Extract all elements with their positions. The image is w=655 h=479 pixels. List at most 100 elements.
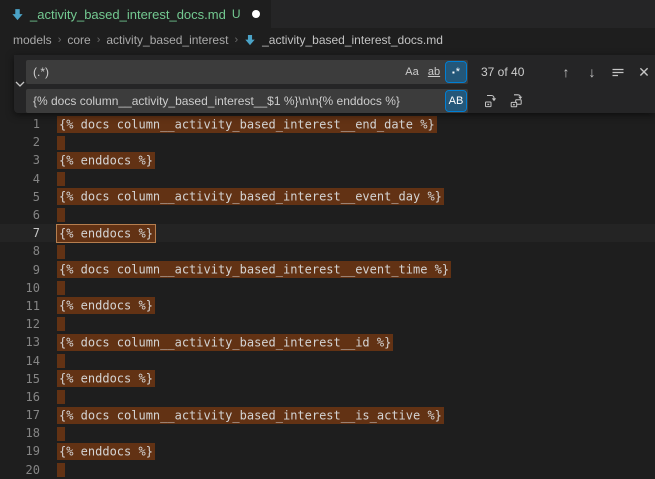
editor-line[interactable]: 14 — [0, 351, 655, 369]
replace-all-icon — [509, 93, 525, 109]
previous-match-button[interactable]: ↑ — [555, 61, 577, 83]
find-replace-widget: (.*) Aa ab ▪* 37 of 40 ↑ ↓ ✕ {% doc — [14, 55, 655, 113]
editor-line[interactable]: 5 {% docs column__activity_based_interest… — [0, 188, 655, 206]
replace-button[interactable] — [480, 90, 502, 112]
chevron-right-icon: › — [58, 34, 62, 46]
unsaved-changes-dot-icon[interactable] — [252, 10, 260, 18]
git-status-badge: U — [232, 7, 241, 21]
search-match: {% enddocs %} — [57, 225, 155, 242]
editor-line[interactable]: 4 — [0, 170, 655, 188]
tab-bar: _activity_based_interest_docs.md U — [0, 0, 655, 28]
editor-line[interactable]: 10 — [0, 279, 655, 297]
find-in-selection-button[interactable] — [607, 61, 629, 83]
line-number: 18 — [0, 426, 40, 440]
search-match-empty — [57, 281, 65, 295]
line-content[interactable] — [57, 390, 65, 405]
editor-line[interactable]: 7{% enddocs %} — [0, 224, 655, 242]
search-match-empty — [57, 245, 65, 259]
tab-filename: _activity_based_interest_docs.md — [30, 7, 226, 22]
line-content[interactable]: {% docs column__activity_based_interest_… — [57, 335, 393, 349]
editor-lines: 1{% docs column__activity_based_interest… — [0, 115, 655, 479]
breadcrumb-item-models[interactable]: models — [13, 33, 52, 47]
markdown-file-icon — [244, 34, 256, 46]
find-input-value[interactable]: (.*) — [26, 65, 402, 79]
line-number: 10 — [0, 281, 40, 295]
line-number: 8 — [0, 244, 40, 258]
editor-line[interactable]: 6 — [0, 206, 655, 224]
find-input[interactable]: (.*) Aa ab ▪* — [26, 60, 468, 84]
search-match-empty — [57, 354, 65, 368]
editor-line[interactable]: 19 {% enddocs %} — [0, 442, 655, 460]
line-number: 11 — [0, 299, 40, 313]
replace-all-button[interactable] — [506, 90, 528, 112]
editor-line[interactable]: 9 {% docs column__activity_based_interest… — [0, 261, 655, 279]
search-match-empty — [57, 390, 65, 404]
line-content[interactable] — [57, 244, 65, 259]
line-content[interactable] — [57, 135, 65, 150]
line-content[interactable]: {% enddocs %} — [57, 226, 155, 240]
search-match: {% enddocs %} — [57, 152, 155, 169]
breadcrumb-item-activity-based-interest[interactable]: activity_based_interest — [106, 33, 228, 47]
search-match: {% enddocs %} — [57, 443, 155, 460]
breadcrumb: models › core › activity_based_interest … — [0, 28, 655, 52]
replace-input[interactable]: {% docs column__activity_based_interest_… — [26, 89, 468, 113]
editor-line[interactable]: 11 {% enddocs %} — [0, 297, 655, 315]
line-content[interactable]: {% enddocs %} — [57, 372, 155, 386]
markdown-file-icon — [11, 8, 24, 21]
results-count: 37 of 40 — [481, 65, 543, 79]
line-number: 4 — [0, 172, 40, 186]
breadcrumb-item-file[interactable]: _activity_based_interest_docs.md — [262, 33, 443, 47]
match-case-button[interactable]: Aa — [402, 62, 422, 82]
search-match: {% enddocs %} — [57, 370, 155, 387]
line-number: 16 — [0, 390, 40, 404]
line-content[interactable]: {% docs column__activity_based_interest_… — [57, 408, 444, 422]
editor-line[interactable]: 15{% enddocs %} — [0, 370, 655, 388]
chevron-down-icon — [14, 78, 26, 90]
line-number: 6 — [0, 208, 40, 222]
regex-dot-icon: ▪ — [452, 68, 455, 77]
editor-line[interactable]: 1{% docs column__activity_based_interest… — [0, 115, 655, 133]
line-content[interactable] — [57, 426, 65, 441]
line-number: 5 — [0, 190, 40, 204]
line-content[interactable]: {% enddocs %} — [57, 444, 155, 458]
line-number: 13 — [0, 335, 40, 349]
editor-line[interactable]: 3 {% enddocs %} — [0, 151, 655, 169]
line-number: 14 — [0, 354, 40, 368]
editor-pane[interactable]: 1{% docs column__activity_based_interest… — [0, 52, 655, 470]
line-content[interactable]: {% enddocs %} — [57, 299, 155, 313]
chevron-right-icon: › — [234, 34, 238, 46]
line-number: 17 — [0, 408, 40, 422]
line-number: 9 — [0, 263, 40, 277]
search-match-empty — [57, 208, 65, 222]
next-match-button[interactable]: ↓ — [581, 61, 603, 83]
editor-line[interactable]: 12 — [0, 315, 655, 333]
line-content[interactable] — [57, 208, 65, 223]
line-content[interactable]: {% enddocs %} — [57, 153, 155, 167]
line-content[interactable] — [57, 171, 65, 186]
toggle-replace-button[interactable] — [14, 55, 26, 113]
line-content[interactable]: {% docs column__activity_based_interest_… — [57, 190, 444, 204]
tab-active-file[interactable]: _activity_based_interest_docs.md U — [0, 0, 271, 28]
search-match-empty — [57, 136, 65, 150]
editor-line[interactable]: 13 {% docs column__activity_based_interes… — [0, 333, 655, 351]
line-number: 19 — [0, 444, 40, 458]
whole-word-button[interactable]: ab — [424, 62, 444, 82]
replace-input-value[interactable]: {% docs column__activity_based_interest_… — [26, 94, 446, 108]
editor-line[interactable]: 2 — [0, 133, 655, 151]
line-number: 3 — [0, 153, 40, 167]
line-content[interactable] — [57, 281, 65, 296]
line-content[interactable] — [57, 353, 65, 368]
chevron-right-icon: › — [97, 34, 101, 46]
line-content[interactable] — [57, 317, 65, 332]
line-content[interactable]: {% docs column__activity_based_interest_… — [57, 117, 437, 131]
use-regex-button[interactable]: ▪* — [446, 62, 466, 82]
preserve-case-button[interactable]: AB — [446, 91, 466, 111]
editor-line[interactable]: 17 {% docs column__activity_based_interes… — [0, 406, 655, 424]
editor-line[interactable]: 8 — [0, 242, 655, 260]
editor-line[interactable]: 16 — [0, 388, 655, 406]
editor-line[interactable]: 18 — [0, 424, 655, 442]
line-content[interactable]: {% docs column__activity_based_interest_… — [57, 263, 451, 277]
line-number: 12 — [0, 317, 40, 331]
close-button[interactable]: ✕ — [633, 61, 655, 83]
breadcrumb-item-core[interactable]: core — [67, 33, 90, 47]
